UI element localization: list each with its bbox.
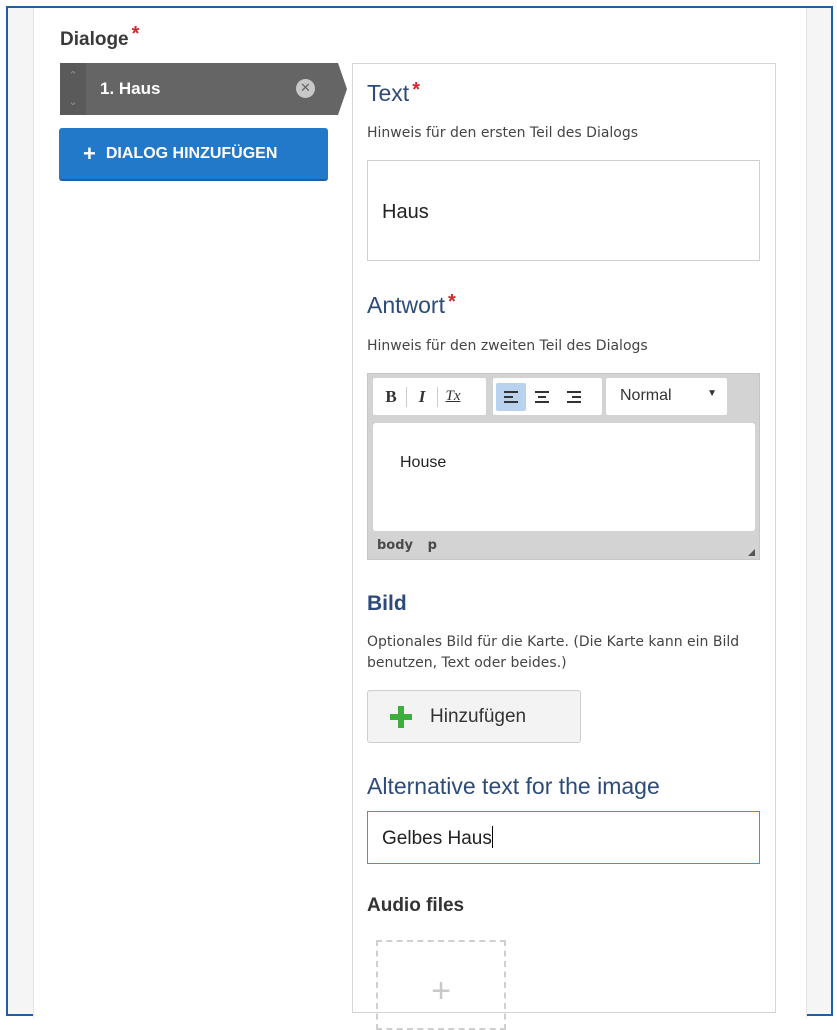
answer-field-label-text: Antwort: [367, 292, 445, 318]
plus-icon: +: [83, 140, 96, 166]
add-image-label: Hinzufügen: [430, 705, 527, 727]
move-down-icon[interactable]: ⌄: [60, 89, 86, 115]
align-center-button[interactable]: [526, 383, 558, 411]
resize-handle-icon[interactable]: [748, 549, 755, 556]
dialogs-label-text: Dialoge: [60, 29, 129, 50]
path-item[interactable]: body: [377, 538, 413, 553]
required-mark: *: [447, 291, 456, 313]
add-dialog-button[interactable]: + DIALOG HINZUFÜGEN: [59, 128, 328, 181]
alt-text-label: Alternative text for the image: [367, 773, 660, 799]
dialog-item-label: 1. Haus: [100, 79, 161, 98]
text-field-description: Hinweis für den ersten Teil des Dialogs: [367, 125, 639, 141]
align-left-button[interactable]: [496, 382, 526, 411]
align-toolbar-group: [493, 378, 602, 415]
plus-icon: [390, 705, 412, 728]
element-path-bar: body p: [377, 538, 447, 553]
reorder-handle[interactable]: ⌃ ⌄: [60, 63, 86, 115]
format-select[interactable]: Normal ▼: [606, 378, 727, 415]
alt-text-value: Gelbes Haus: [382, 828, 492, 849]
remove-format-button[interactable]: Tx: [441, 383, 465, 411]
dialog-list-item[interactable]: ⌃ ⌄ 1. Haus ✕: [60, 63, 347, 115]
format-toolbar-group: B I Tx: [373, 378, 486, 415]
add-audio-dropzone[interactable]: +: [376, 940, 506, 1030]
image-field-description: Optionales Bild für die Karte. (Die Kart…: [367, 634, 740, 671]
caret-down-icon: ▼: [707, 388, 717, 399]
image-field-label: Bild: [367, 592, 407, 615]
dialogs-label: Dialoge *: [60, 23, 139, 51]
move-up-icon[interactable]: ⌃: [60, 63, 86, 89]
text-cursor: [491, 826, 493, 848]
align-left-icon: [504, 390, 518, 403]
format-select-value: Normal: [620, 387, 672, 404]
path-item[interactable]: p: [428, 538, 437, 553]
remove-icon[interactable]: ✕: [296, 79, 315, 98]
toolbar-separator: [406, 386, 407, 407]
text-field-input[interactable]: Haus: [367, 160, 760, 261]
add-image-button[interactable]: Hinzufügen: [367, 690, 581, 743]
text-field-label: Text *: [367, 79, 420, 107]
align-right-icon: [567, 390, 581, 403]
rich-text-editor: B I Tx Normal ▼ House body p: [367, 373, 760, 560]
required-mark: *: [412, 79, 420, 101]
audio-files-label: Audio files: [367, 895, 465, 916]
align-center-icon: [535, 390, 549, 403]
plus-icon: +: [431, 972, 451, 1010]
answer-field-description: Hinweis für den zweiten Teil des Dialogs: [367, 338, 648, 354]
required-mark: *: [131, 23, 140, 45]
toolbar-separator: [437, 386, 438, 407]
answer-field-label: Antwort *: [367, 291, 456, 319]
alt-text-input[interactable]: Gelbes Haus: [367, 811, 760, 864]
text-field-label-text: Text: [367, 80, 410, 106]
answer-editor-area[interactable]: House: [373, 423, 755, 531]
bold-button[interactable]: B: [379, 383, 403, 411]
italic-button[interactable]: I: [410, 383, 434, 411]
add-dialog-label: DIALOG HINZUFÜGEN: [105, 144, 278, 162]
align-right-button[interactable]: [558, 383, 590, 411]
